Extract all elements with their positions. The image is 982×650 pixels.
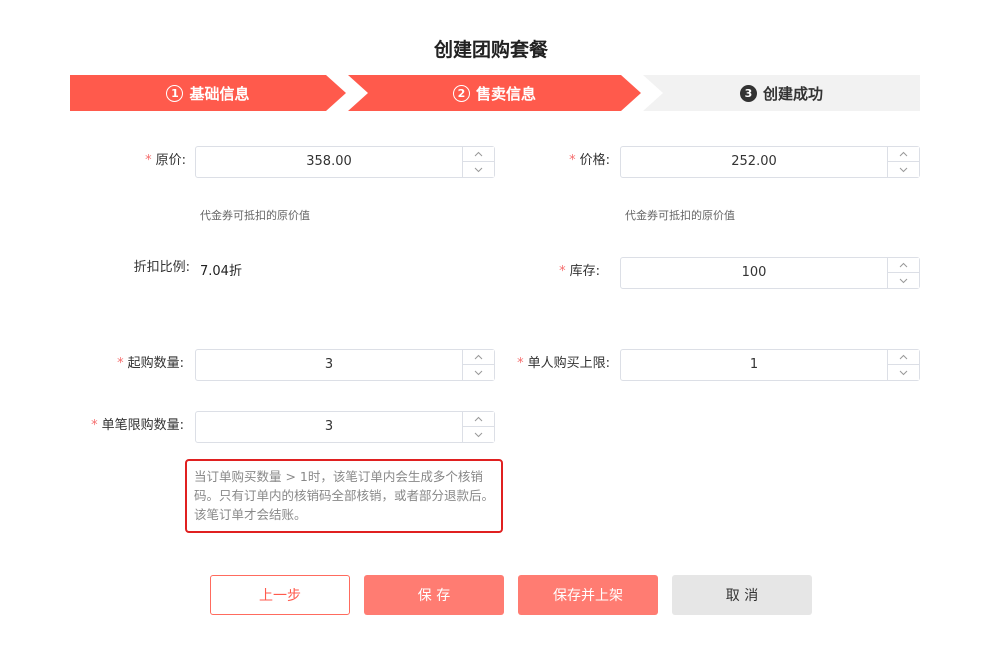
step-label-1: 基础信息 (189, 84, 250, 103)
chevron-down-icon (899, 167, 908, 172)
discount-value: 7.04折 (200, 264, 242, 279)
save-button[interactable]: 保 存 (364, 575, 504, 615)
step-sale-info: 2 售卖信息 (348, 75, 641, 111)
price-label-text: 价格: (579, 153, 610, 168)
step-basic-info: 1 基础信息 (70, 75, 346, 111)
decrement-button[interactable] (888, 365, 919, 380)
stock-label-text: 库存: (569, 264, 600, 279)
increment-button[interactable] (888, 147, 919, 162)
increment-button[interactable] (463, 412, 494, 427)
step-indicator: 1 基础信息 2 售卖信息 3 创建成功 (70, 75, 920, 111)
price-value[interactable]: 252.00 (621, 147, 887, 177)
chevron-down-icon (474, 167, 483, 172)
price-label: * 价格: (520, 145, 610, 177)
step-number-3: 3 (739, 84, 757, 102)
price-stepper[interactable] (887, 147, 919, 177)
step-number-1: 1 (166, 84, 184, 102)
required-mark: * (91, 418, 98, 433)
cancel-button[interactable]: 取 消 (672, 575, 812, 615)
decrement-button[interactable] (888, 162, 919, 177)
required-mark: * (117, 356, 124, 371)
increment-button[interactable] (888, 258, 919, 273)
chevron-up-icon (899, 262, 908, 268)
page-title: 创建团购套餐 (433, 39, 548, 61)
per-user-limit-label: * 单人购买上限: (500, 348, 610, 380)
step-created: 3 创建成功 (643, 75, 920, 111)
original-price-label: * 原价: (100, 145, 186, 177)
required-mark: * (569, 153, 576, 168)
per-user-limit-label-text: 单人购买上限: (527, 356, 610, 371)
chevron-down-icon (474, 370, 483, 375)
previous-step-button[interactable]: 上一步 (210, 575, 350, 615)
stock-input[interactable]: 100 (620, 257, 920, 289)
per-user-limit-input[interactable]: 1 (620, 349, 920, 381)
required-mark: * (559, 264, 566, 279)
original-price-stepper[interactable] (462, 147, 494, 177)
per-user-limit-value[interactable]: 1 (621, 350, 887, 380)
per-user-limit-stepper[interactable] (887, 350, 919, 380)
decrement-button[interactable] (463, 427, 494, 442)
step-label-2: 售卖信息 (475, 84, 536, 103)
per-order-limit-label-text: 单笔限购数量: (101, 418, 184, 433)
discount-label: 折扣比例: (133, 260, 190, 275)
decrement-button[interactable] (463, 365, 494, 380)
required-mark: * (145, 153, 152, 168)
stock-stepper[interactable] (887, 258, 919, 288)
step-number-2: 2 (452, 84, 470, 102)
save-and-publish-button[interactable]: 保存并上架 (518, 575, 658, 615)
stock-label: * 库存: (520, 256, 600, 288)
per-order-limit-value[interactable]: 3 (196, 412, 462, 442)
min-purchase-input[interactable]: 3 (195, 349, 495, 381)
order-limit-notice: 当订单购买数量 > 1时，该笔订单内会生成多个核销码。只有订单内的核销码全部核销… (185, 459, 503, 533)
decrement-button[interactable] (463, 162, 494, 177)
original-price-label-text: 原价: (155, 153, 186, 168)
price-hint: 代金券可抵扣的原价值 (625, 209, 735, 222)
min-purchase-label: * 起购数量: (80, 348, 184, 380)
decrement-button[interactable] (888, 273, 919, 288)
per-order-limit-stepper[interactable] (462, 412, 494, 442)
increment-button[interactable] (463, 350, 494, 365)
original-price-value[interactable]: 358.00 (196, 147, 462, 177)
chevron-up-icon (899, 151, 908, 157)
original-price-input[interactable]: 358.00 (195, 146, 495, 178)
per-order-limit-input[interactable]: 3 (195, 411, 495, 443)
increment-button[interactable] (463, 147, 494, 162)
chevron-down-icon (899, 370, 908, 375)
stock-value[interactable]: 100 (621, 258, 887, 288)
price-input[interactable]: 252.00 (620, 146, 920, 178)
required-mark: * (517, 356, 524, 371)
min-purchase-stepper[interactable] (462, 350, 494, 380)
chevron-up-icon (474, 416, 483, 422)
step-label-3: 创建成功 (762, 84, 823, 103)
min-purchase-value[interactable]: 3 (196, 350, 462, 380)
chevron-up-icon (899, 354, 908, 360)
increment-button[interactable] (888, 350, 919, 365)
chevron-up-icon (474, 354, 483, 360)
per-order-limit-label: * 单笔限购数量: (60, 410, 184, 442)
chevron-down-icon (899, 278, 908, 283)
min-purchase-label-text: 起购数量: (127, 356, 184, 371)
chevron-down-icon (474, 432, 483, 437)
chevron-up-icon (474, 151, 483, 157)
original-price-hint: 代金券可抵扣的原价值 (200, 209, 310, 222)
